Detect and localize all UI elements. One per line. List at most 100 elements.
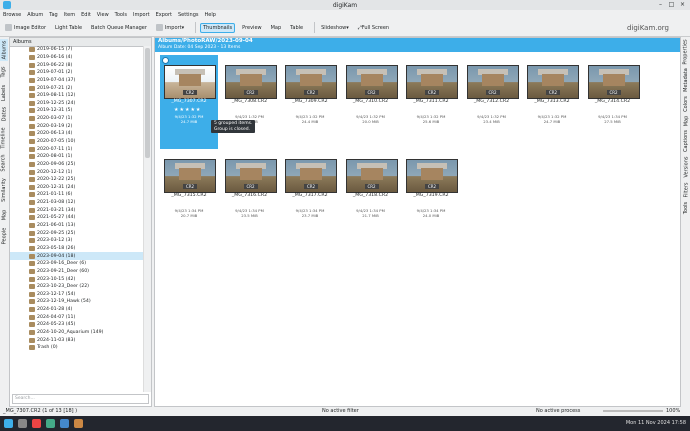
album-item[interactable]: 2021-03-08 (12) [10, 199, 143, 207]
album-item[interactable]: 2019-07-21 (2) [10, 84, 143, 92]
album-item[interactable]: 2023-09-16_Deer (6) [10, 260, 143, 268]
menu-edit[interactable]: Edit [81, 12, 91, 18]
maximize-icon[interactable]: □ [668, 1, 675, 8]
tab-right-colors[interactable]: Colors [682, 95, 690, 113]
album-item[interactable]: 2021-06-01 (13) [10, 222, 143, 230]
taskbar-app-icon[interactable] [60, 419, 69, 428]
album-item[interactable]: 2023-10-23_Deer (22) [10, 283, 143, 291]
menu-export[interactable]: Export [156, 12, 172, 18]
table-view-button[interactable]: Table [288, 24, 305, 32]
minimize-icon[interactable]: – [657, 1, 664, 8]
thumbnail-item[interactable]: CR2 _MG_7319.CR2 9/4/23 1:34 PM 24.0 MiB [402, 149, 460, 243]
light-table-button[interactable]: Light Table [53, 24, 84, 32]
tab-search[interactable]: Search [0, 153, 8, 173]
menu-tools[interactable]: Tools [115, 12, 127, 18]
full-screen-button[interactable]: ⤢ Full Screen [356, 24, 391, 32]
slideshow-button[interactable]: Slideshow ▾ [319, 24, 351, 32]
rating-stars[interactable]: ★★★★★ [174, 107, 201, 113]
zoom-slider[interactable] [603, 410, 663, 412]
thumbnail-item[interactable]: CR2 _MG_7315.CR2 9/4/23 1:34 PM 20.7 MiB [160, 149, 218, 243]
menu-settings[interactable]: Settings [178, 12, 199, 18]
album-item[interactable]: 2019-07-04 (37) [10, 77, 143, 85]
tab-right-metadata[interactable]: Metadata [682, 67, 690, 93]
album-item[interactable]: 2019-06-22 (8) [10, 61, 143, 69]
album-item[interactable]: 2024-11-03 (83) [10, 336, 143, 344]
import-button[interactable]: Import ▾ [154, 23, 186, 32]
close-icon[interactable]: × [679, 1, 686, 8]
menu-tag[interactable]: Tag [49, 12, 57, 18]
album-item[interactable]: 2023-12-19_Hawk (54) [10, 298, 143, 306]
album-item[interactable]: 2019-06-16 (4) [10, 54, 143, 62]
thumbnail-item[interactable]: CR2 _MG_7310.CR2 9/4/23 1:32 PM 20.0 MiB [342, 55, 400, 149]
album-item[interactable]: 2019-07-01 (2) [10, 69, 143, 77]
batch-queue-button[interactable]: Batch Queue Manager [89, 24, 149, 32]
tab-right-properties[interactable]: Properties [682, 39, 690, 65]
thumbnail-item[interactable]: CR2 _MG_7313.CR2 9/4/23 1:32 PM 24.7 MiB [523, 55, 581, 149]
album-item[interactable]: 2021-03-21 (34) [10, 206, 143, 214]
album-item[interactable]: 2020-12-31 (24) [10, 184, 143, 192]
menu-help[interactable]: Help [205, 12, 216, 18]
album-item[interactable]: 2023-10-15 (42) [10, 275, 143, 283]
thumbnail-item[interactable]: CR2 _MG_7316.CR2 9/4/23 1:34 PM 23.5 MiB [221, 149, 279, 243]
album-item[interactable]: 2020-08-01 (1) [10, 153, 143, 161]
thumbnail-item[interactable]: CR2 _MG_7317.CR2 9/4/23 1:34 PM 23.7 MiB [281, 149, 339, 243]
map-view-button[interactable]: Map [269, 24, 284, 32]
album-item[interactable]: 2020-03-07 (1) [10, 115, 143, 123]
tab-right-captions[interactable]: Captions [682, 129, 690, 153]
tab-labels[interactable]: Labels [0, 83, 8, 103]
tab-similarity[interactable]: Similarity [0, 175, 8, 205]
image-editor-button[interactable]: Image Editor [3, 23, 48, 32]
album-item[interactable]: 2020-12-12 (1) [10, 168, 143, 176]
album-item[interactable]: 2020-07-05 (10) [10, 138, 143, 146]
tab-tags[interactable]: Tags [0, 63, 8, 81]
tab-dates[interactable]: Dates [0, 105, 8, 123]
menu-item[interactable]: Item [64, 12, 75, 18]
album-item[interactable]: 2024-05-23 (45) [10, 321, 143, 329]
menu-import[interactable]: Import [133, 12, 150, 18]
tab-right-tools[interactable]: Tools [682, 201, 690, 215]
thumbnail-item[interactable]: CR2_MG_7308.CR29/4/23 1:32 PM24.4 MiB [221, 55, 279, 149]
tab-albums[interactable]: Albums [0, 39, 8, 61]
thumbnail-item[interactable]: CR2 _MG_7314.CR2 9/4/23 1:34 PM 27.5 MiB [584, 55, 642, 149]
album-item[interactable]: 2021-01-11 (6) [10, 191, 143, 199]
album-item[interactable]: 2019-08-11 (12) [10, 92, 143, 100]
menu-album[interactable]: Album [27, 12, 43, 18]
thumbnails-view-button[interactable]: Thumbnails [200, 22, 236, 33]
tab-right-map[interactable]: Map [682, 115, 690, 127]
album-item[interactable]: 2022-09-25 (25) [10, 229, 143, 237]
album-item[interactable]: 2020-12-22 (25) [10, 176, 143, 184]
taskbar-app-icon[interactable] [74, 419, 83, 428]
app-launcher-icon[interactable] [4, 419, 13, 428]
album-item[interactable]: Trash (0) [10, 344, 143, 352]
album-item[interactable]: 2020-06-13 (4) [10, 130, 143, 138]
tab-people[interactable]: People [0, 225, 8, 247]
album-item[interactable]: 2020-09-06 (25) [10, 161, 143, 169]
menu-browse[interactable]: Browse [3, 12, 21, 18]
album-item[interactable]: 2023-09-04 (18) [10, 252, 143, 260]
tab-timeline[interactable]: Timeline [0, 125, 8, 151]
album-item[interactable]: 2023-12-17 (54) [10, 291, 143, 299]
select-toggle-icon[interactable] [162, 57, 169, 64]
tab-map[interactable]: Map [0, 207, 8, 223]
thumbnail-item[interactable]: CR2 _MG_7311.CR2 9/4/23 1:32 PM 25.6 MiB [402, 55, 460, 149]
thumbnail-item[interactable]: CR2 _MG_7318.CR2 9/4/23 1:34 PM 21.7 MiB [342, 149, 400, 243]
album-item[interactable]: 2019-06-15 (7) [10, 46, 143, 54]
album-item[interactable]: 2023-05-18 (26) [10, 245, 143, 253]
album-item[interactable]: 2020-07-11 (1) [10, 145, 143, 153]
album-item[interactable]: 2019-12-25 (24) [10, 99, 143, 107]
thumbnail-item[interactable]: CR2 _MG_7312.CR2 9/4/23 1:32 PM 23.4 MiB [463, 55, 521, 149]
taskbar-app-icon[interactable] [46, 419, 55, 428]
taskbar-app-icon[interactable] [18, 419, 27, 428]
album-item[interactable]: 2024-10-20_Aquarium (149) [10, 329, 143, 337]
album-item[interactable]: 2023-03-12 (3) [10, 237, 143, 245]
thumbnail-item[interactable]: CR2 _MG_7307.CR2 9/4/23 1:32 PM 24.7 MiB ★★★… [160, 55, 218, 149]
album-scrollbar[interactable] [143, 46, 151, 392]
album-item[interactable]: 2019-12-31 (5) [10, 107, 143, 115]
menu-view[interactable]: View [97, 12, 109, 18]
tab-right-filters[interactable]: Filters [682, 181, 690, 199]
tab-right-versions[interactable]: Versions [682, 155, 690, 179]
album-item[interactable]: 2021-05-27 (44) [10, 214, 143, 222]
album-item[interactable]: 2023-09-21_Deer (60) [10, 268, 143, 276]
scrollbar-thumb[interactable] [145, 48, 150, 158]
album-item[interactable]: 2020-03-19 (2) [10, 122, 143, 130]
